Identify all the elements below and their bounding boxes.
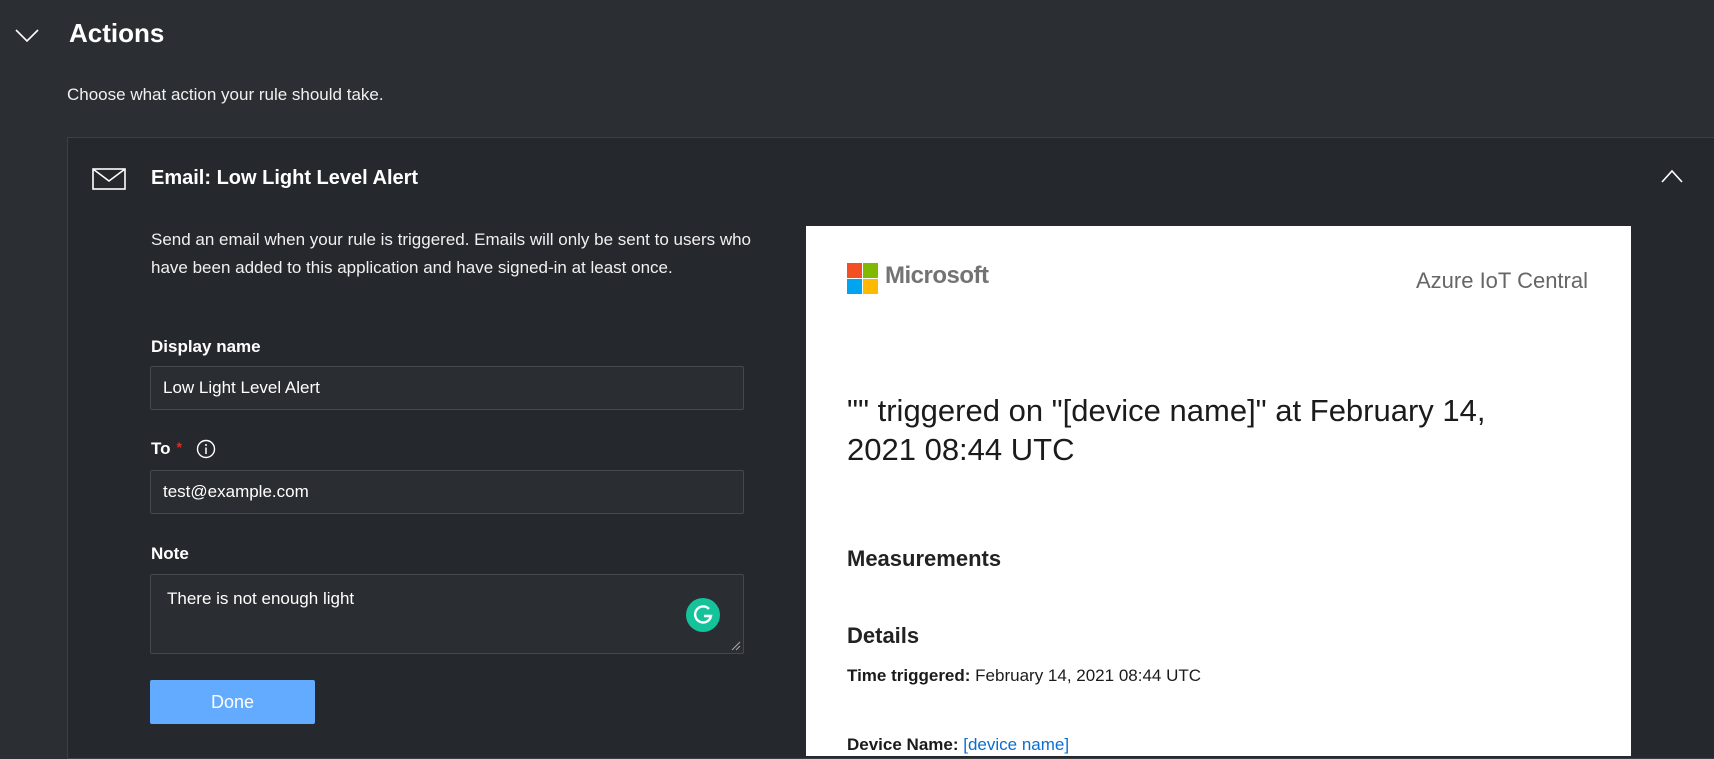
note-textarea[interactable]: There is not enough light [150,574,744,654]
resize-handle-icon[interactable] [731,641,741,651]
action-description: Send an email when your rule is triggere… [151,230,752,277]
required-asterisk: * [176,439,182,455]
product-name: Azure IoT Central [1415,268,1588,293]
section-title: Actions [69,18,165,48]
to-email-input[interactable]: test@example.com [150,470,744,514]
section-subtitle: Choose what action your rule should take… [67,85,384,104]
email-preview: Microsoft Azure IoT Central "" triggered… [806,226,1631,756]
note-label: Note [151,544,189,563]
grammarly-icon[interactable] [686,598,720,632]
display-name-label: Display name [151,337,261,356]
time-triggered: Time triggered: February 14, 2021 08:44 … [847,666,1201,686]
to-label: To * [151,439,182,459]
measurements-heading: Measurements [847,546,1002,571]
microsoft-logo-icon [847,263,878,294]
device-name: Device Name: [device name] [847,735,1069,755]
action-card-title: Email: Low Light Level Alert [151,167,419,189]
mail-icon [92,168,126,190]
display-name-input[interactable]: Low Light Level Alert [150,366,744,410]
time-triggered-label: Time triggered: [847,666,971,685]
to-label-text: To [151,439,171,458]
chevron-down-icon[interactable] [14,22,40,48]
chevron-up-icon[interactable] [1660,166,1684,186]
info-icon[interactable] [196,439,216,459]
preview-heading: "" triggered on "[device name]" at Febru… [847,393,1486,467]
details-heading: Details [847,623,920,648]
time-triggered-value: February 14, 2021 08:44 UTC [975,666,1202,685]
microsoft-brand: Microsoft [885,262,989,289]
done-button[interactable]: Done [150,680,315,724]
